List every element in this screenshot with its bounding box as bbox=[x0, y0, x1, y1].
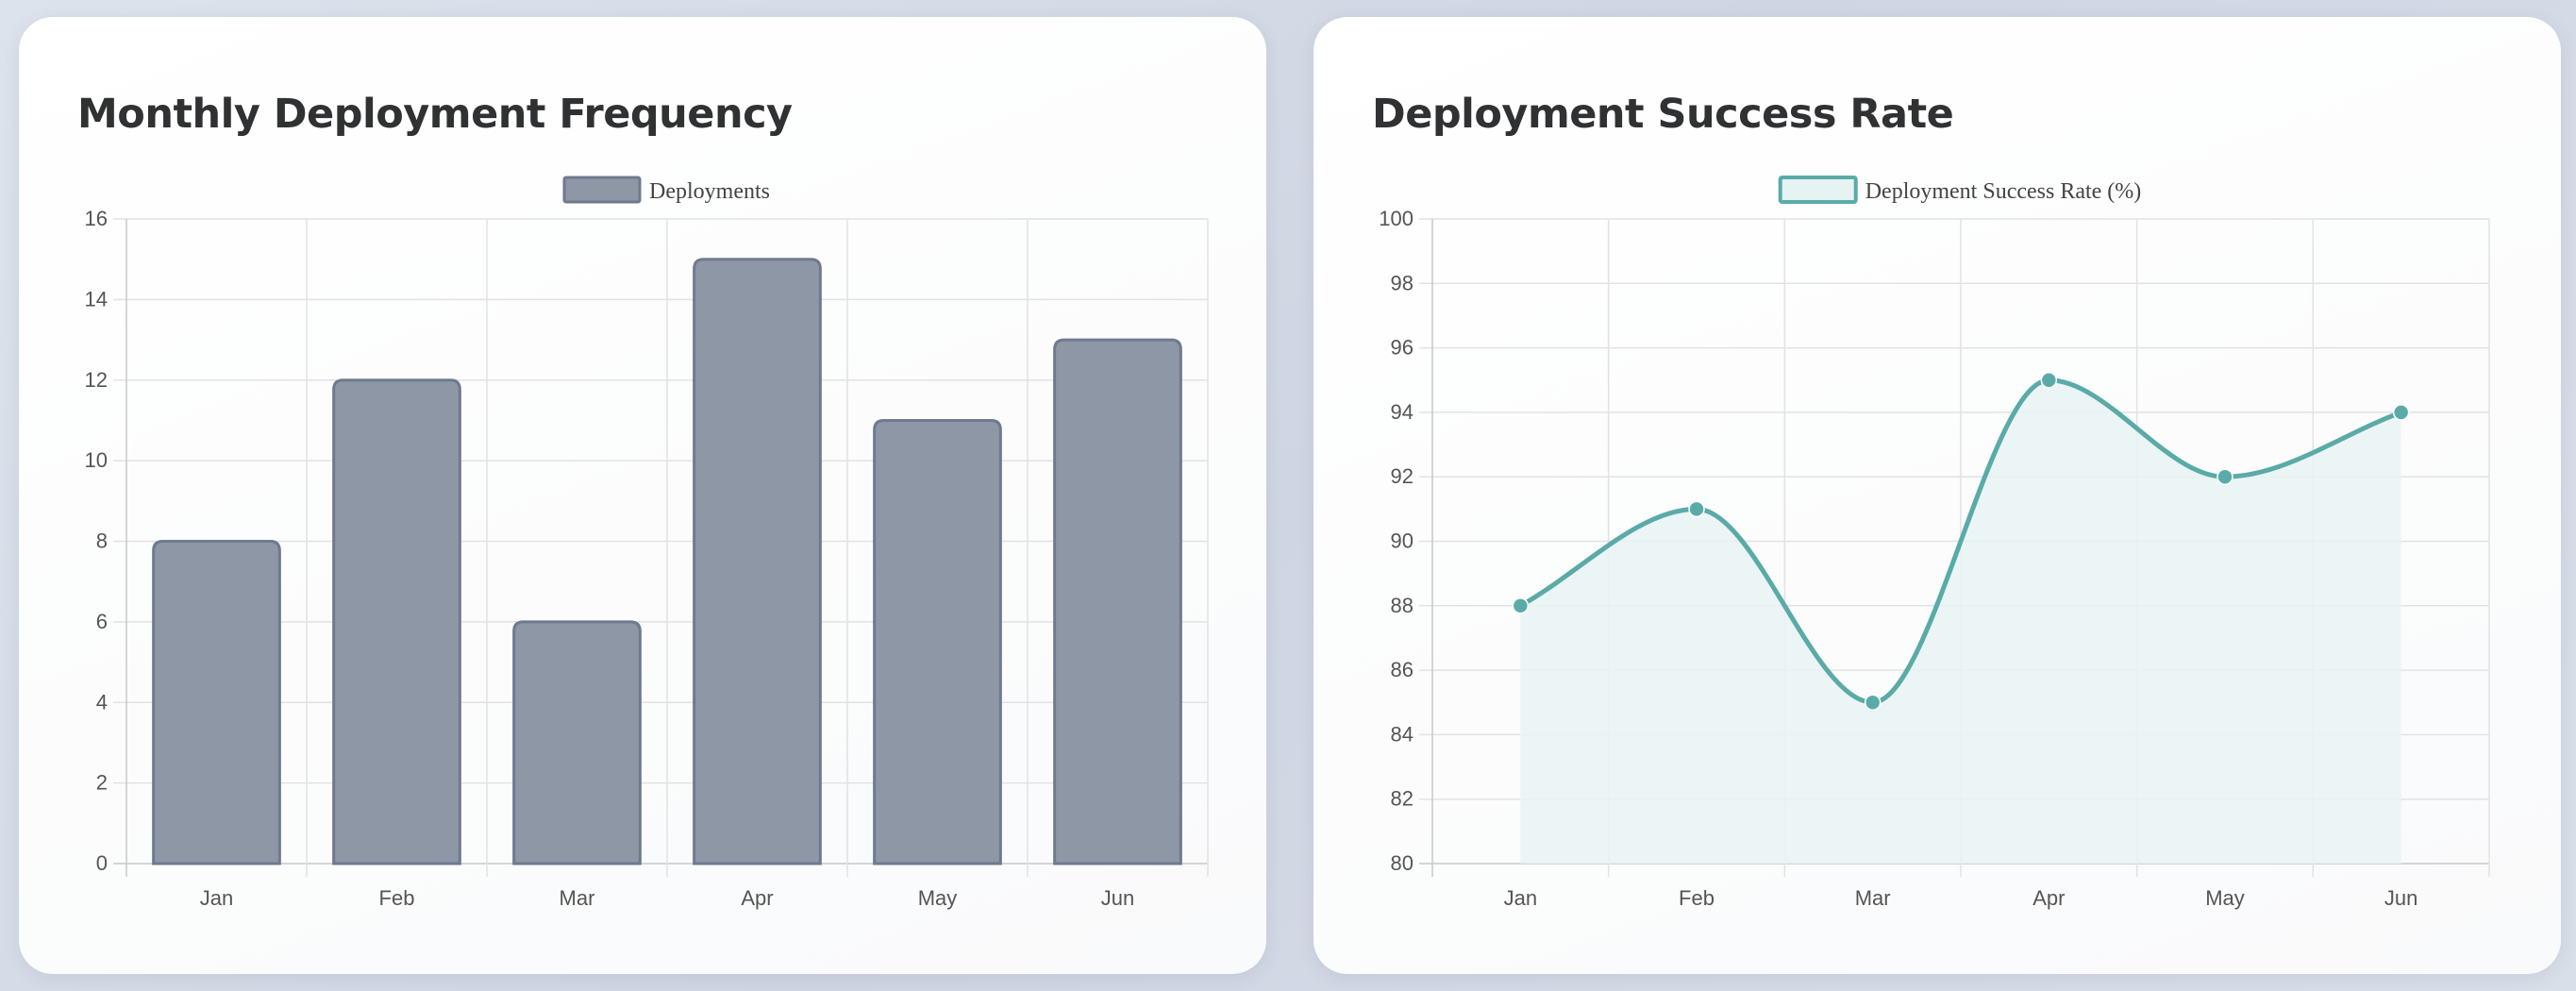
y-tick-label: 94 bbox=[1391, 400, 1413, 424]
y-tick-label: 88 bbox=[1391, 594, 1413, 617]
legend-swatch bbox=[562, 176, 642, 204]
legend[interactable]: Deployment Success Rate (%) bbox=[1778, 176, 2142, 204]
y-tick-label: 98 bbox=[1391, 271, 1413, 294]
y-tick-label: 6 bbox=[96, 610, 108, 633]
x-tick-label: Feb bbox=[379, 886, 415, 910]
legend-label: Deployment Success Rate (%) bbox=[1865, 179, 2142, 204]
y-tick-label: 16 bbox=[85, 207, 108, 230]
y-tick-label: 0 bbox=[96, 851, 108, 875]
data-point bbox=[2040, 372, 2058, 389]
y-tick-label: 100 bbox=[1379, 207, 1413, 230]
y-tick-label: 4 bbox=[96, 690, 108, 714]
bar bbox=[1053, 338, 1182, 865]
y-tick-label: 10 bbox=[85, 448, 108, 472]
legend-swatch bbox=[1778, 176, 1858, 204]
y-axis-ticks: 0 2 4 6 8 10 12 14 16 bbox=[85, 207, 108, 875]
x-tick-label: Jun bbox=[2384, 886, 2417, 910]
legend[interactable]: Deployments bbox=[562, 176, 770, 204]
x-axis-ticks: Jan Feb Mar Apr May Jun bbox=[1504, 886, 2418, 910]
y-tick-label: 90 bbox=[1391, 529, 1413, 553]
y-tick-label: 92 bbox=[1391, 464, 1413, 488]
x-tick-label: Jan bbox=[1504, 886, 1537, 910]
bar bbox=[512, 620, 642, 865]
x-tick-label: May bbox=[918, 886, 958, 910]
bar bbox=[332, 378, 461, 865]
legend-label: Deployments bbox=[649, 179, 770, 204]
x-tick-label: Mar bbox=[560, 886, 595, 910]
y-tick-label: 12 bbox=[85, 368, 108, 392]
deployment-frequency-card: Monthly Deployment Frequency 0 2 4 6 8 10 12 14… bbox=[19, 17, 1266, 974]
y-tick-label: 2 bbox=[96, 771, 108, 795]
x-tick-label: Feb bbox=[1679, 886, 1715, 910]
y-tick-label: 82 bbox=[1391, 787, 1413, 811]
y-tick-label: 80 bbox=[1391, 851, 1413, 875]
data-point bbox=[2392, 404, 2410, 421]
y-tick-label: 84 bbox=[1391, 722, 1413, 746]
success-rate-chart: 80828486889092949698100 Jan Feb Mar Apr May J… bbox=[1379, 176, 2490, 910]
x-tick-label: Apr bbox=[2032, 886, 2065, 910]
y-tick-label: 8 bbox=[96, 529, 108, 553]
y-tick-label: 86 bbox=[1391, 658, 1413, 681]
x-tick-label: Jan bbox=[200, 886, 233, 910]
data-point bbox=[1512, 597, 1530, 614]
data-point bbox=[1688, 500, 1705, 518]
y-tick-label: 14 bbox=[85, 287, 108, 311]
x-tick-label: Jun bbox=[1101, 886, 1134, 910]
bar bbox=[152, 540, 281, 865]
data-point bbox=[1864, 694, 1882, 711]
x-tick-label: Apr bbox=[741, 886, 773, 910]
success-rate-card: Deployment Success Rate 80 82 84 86 88 90 92 94… bbox=[1313, 17, 2561, 974]
data-point bbox=[2216, 468, 2233, 485]
bar bbox=[693, 258, 822, 865]
y-axis-ticks: 80 82 84 86 88 90 92 94 96 98 100 bbox=[1379, 207, 1413, 875]
x-axis-ticks: Jan Feb Mar Apr May Jun bbox=[200, 886, 1134, 910]
bar bbox=[873, 418, 1002, 865]
x-tick-label: Mar bbox=[1855, 886, 1891, 910]
deployment-frequency-chart: 0 2 4 6 8 10 12 14 16 Jan Feb Mar Apr May Jun Deploym… bbox=[85, 176, 1209, 910]
y-tick-label: 96 bbox=[1391, 336, 1413, 360]
x-tick-label: May bbox=[2205, 886, 2245, 910]
